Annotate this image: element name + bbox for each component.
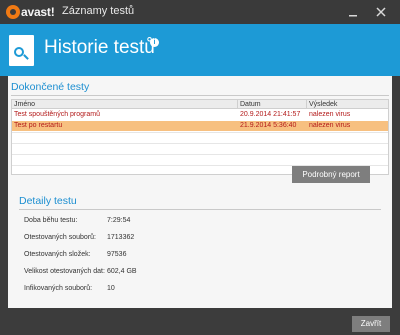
avast-logo-icon [6, 5, 20, 19]
detail-value-duration: 7:29:54 [107, 217, 131, 224]
row-name: Test po restartu [14, 122, 63, 129]
divider [11, 95, 389, 96]
detail-value-folders: 97536 [107, 251, 127, 258]
row-name: Test spouštěných programů [14, 111, 100, 118]
detail-label-duration: Doba běhu testu: [24, 217, 78, 224]
column-header-date[interactable]: Datum [238, 100, 307, 109]
completed-tests-title: Dokončené testy [11, 81, 90, 93]
table-header: Jméno Datum Výsledek [12, 100, 388, 109]
close-window-button[interactable] [372, 3, 390, 21]
minimize-icon [349, 15, 357, 17]
table-row-selected[interactable]: Test po restartu 21.9.2014 5:36:40 nalez… [12, 121, 388, 131]
detail-value-data-size: 602,4 GB [107, 268, 137, 275]
detail-value-files: 1713362 [107, 234, 135, 241]
row-separator [12, 154, 388, 155]
row-date: 21.9.2014 5:36:40 [240, 122, 297, 129]
row-result: nalezen virus [309, 122, 351, 129]
table-row[interactable]: Test spouštěných programů 20.9.2014 21:4… [12, 110, 388, 120]
row-separator [12, 143, 388, 144]
divider [19, 209, 381, 210]
row-result: nalezen virus [309, 111, 351, 118]
window-title: Záznamy testů [62, 5, 135, 17]
row-date: 20.9.2014 21:41:57 [240, 111, 301, 118]
page-title: Historie testů [44, 37, 155, 58]
logo-text: avast! [21, 5, 55, 19]
main-panel: Dokončené testy Jméno Datum Výsledek Tes… [8, 76, 392, 308]
detail-value-infected: 10 [107, 285, 115, 292]
footer [0, 308, 400, 335]
document-search-icon [9, 35, 34, 66]
detail-label-files: Otestovaných souborů: [24, 234, 96, 241]
column-header-result[interactable]: Výsledek [307, 100, 388, 109]
minimize-button[interactable] [344, 3, 362, 21]
tests-table: Jméno Datum Výsledek Test spouštěných pr… [11, 99, 389, 175]
title-bar: avast! Záznamy testů [0, 0, 400, 24]
test-details-title: Detaily testu [19, 195, 77, 207]
avast-logo: avast! [6, 4, 55, 20]
close-button[interactable]: Zavřít [352, 316, 390, 332]
detail-label-infected: Infikovaných souborů: [24, 285, 93, 292]
detail-label-folders: Otestovaných složek: [24, 251, 91, 258]
detail-label-data-size: Velikost otestovaných dat: [24, 268, 105, 275]
info-icon[interactable]: i [150, 38, 159, 47]
detailed-report-button[interactable]: Podrobný report [292, 166, 370, 183]
page-header: Historie testů i [0, 24, 400, 76]
row-separator [12, 132, 388, 133]
column-header-name[interactable]: Jméno [12, 100, 238, 109]
close-icon [376, 7, 386, 17]
